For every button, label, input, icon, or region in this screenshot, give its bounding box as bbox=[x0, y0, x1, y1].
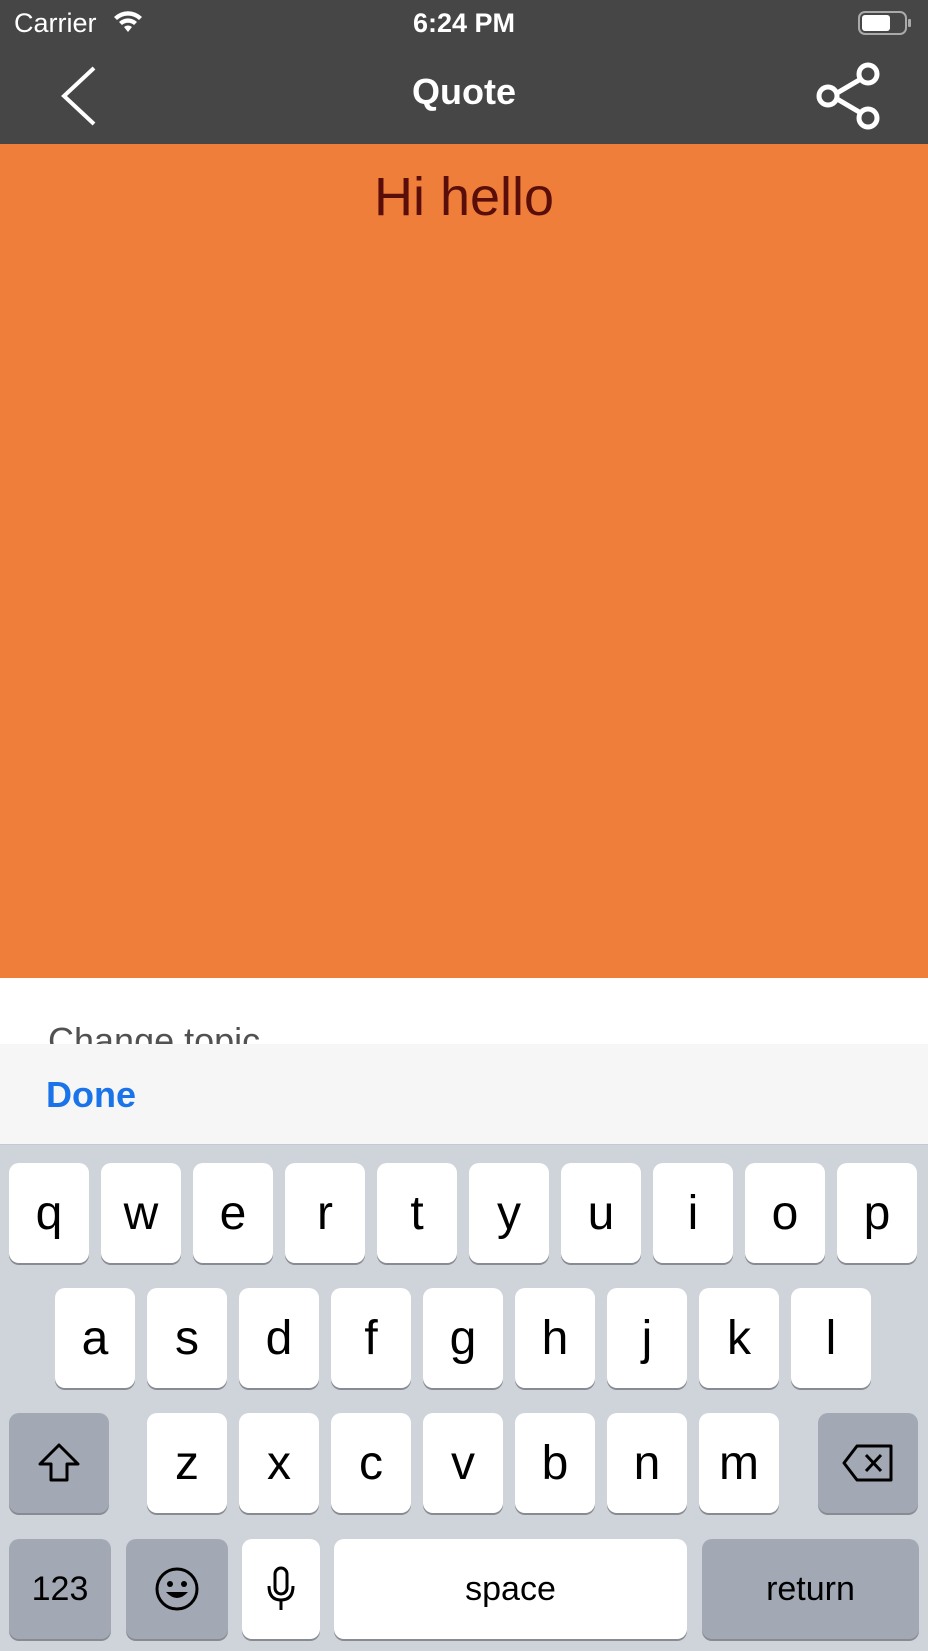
key-h[interactable]: h bbox=[515, 1288, 595, 1388]
shift-arrow-icon bbox=[38, 1443, 80, 1482]
key-r[interactable]: r bbox=[285, 1163, 365, 1263]
key-p[interactable]: p bbox=[837, 1163, 917, 1263]
quote-canvas[interactable]: Hi hello bbox=[0, 144, 928, 978]
clock: 6:24 PM bbox=[412, 8, 516, 38]
key-l[interactable]: l bbox=[791, 1288, 871, 1388]
key-v[interactable]: v bbox=[423, 1413, 503, 1513]
key-x[interactable]: x bbox=[239, 1413, 319, 1513]
key-i[interactable]: i bbox=[653, 1163, 733, 1263]
battery-icon bbox=[858, 11, 911, 35]
return-key[interactable]: return bbox=[702, 1539, 919, 1639]
keyboard-toolbar: Done bbox=[0, 1044, 928, 1145]
key-u[interactable]: u bbox=[561, 1163, 641, 1263]
done-button[interactable]: Done bbox=[46, 1074, 136, 1116]
key-n[interactable]: n bbox=[607, 1413, 687, 1513]
key-j[interactable]: j bbox=[607, 1288, 687, 1388]
key-e[interactable]: e bbox=[193, 1163, 273, 1263]
space-key[interactable]: space bbox=[334, 1539, 687, 1639]
key-s[interactable]: s bbox=[147, 1288, 227, 1388]
key-t[interactable]: t bbox=[377, 1163, 457, 1263]
key-y[interactable]: y bbox=[469, 1163, 549, 1263]
page-title: Quote bbox=[412, 71, 516, 112]
share-icon[interactable] bbox=[812, 60, 884, 130]
key-o[interactable]: o bbox=[745, 1163, 825, 1263]
numbers-key[interactable]: 123 bbox=[9, 1539, 111, 1639]
backspace-key[interactable] bbox=[818, 1413, 918, 1513]
key-w[interactable]: w bbox=[101, 1163, 181, 1263]
key-g[interactable]: g bbox=[423, 1288, 503, 1388]
emoji-key[interactable] bbox=[126, 1539, 228, 1639]
backspace-icon bbox=[842, 1444, 893, 1482]
dictation-key[interactable] bbox=[242, 1539, 320, 1639]
quote-text: Hi hello bbox=[373, 167, 555, 227]
key-m[interactable]: m bbox=[699, 1413, 779, 1513]
microphone-icon bbox=[267, 1566, 295, 1610]
key-d[interactable]: d bbox=[239, 1288, 319, 1388]
keyboard: q w e r t y u i o p a s d f g h j k l z … bbox=[0, 1145, 928, 1651]
key-c[interactable]: c bbox=[331, 1413, 411, 1513]
options-area: Change topic bbox=[0, 978, 928, 1044]
change-topic-label[interactable]: Change topic bbox=[48, 1020, 260, 1044]
key-z[interactable]: z bbox=[147, 1413, 227, 1513]
emoji-icon bbox=[155, 1567, 199, 1611]
key-f[interactable]: f bbox=[331, 1288, 411, 1388]
status-bar: Carrier 6:24 PM bbox=[0, 0, 928, 46]
shift-key[interactable] bbox=[9, 1413, 109, 1513]
key-q[interactable]: q bbox=[9, 1163, 89, 1263]
navigation-bar: Quote bbox=[0, 46, 928, 144]
key-a[interactable]: a bbox=[55, 1288, 135, 1388]
key-b[interactable]: b bbox=[515, 1413, 595, 1513]
key-k[interactable]: k bbox=[699, 1288, 779, 1388]
